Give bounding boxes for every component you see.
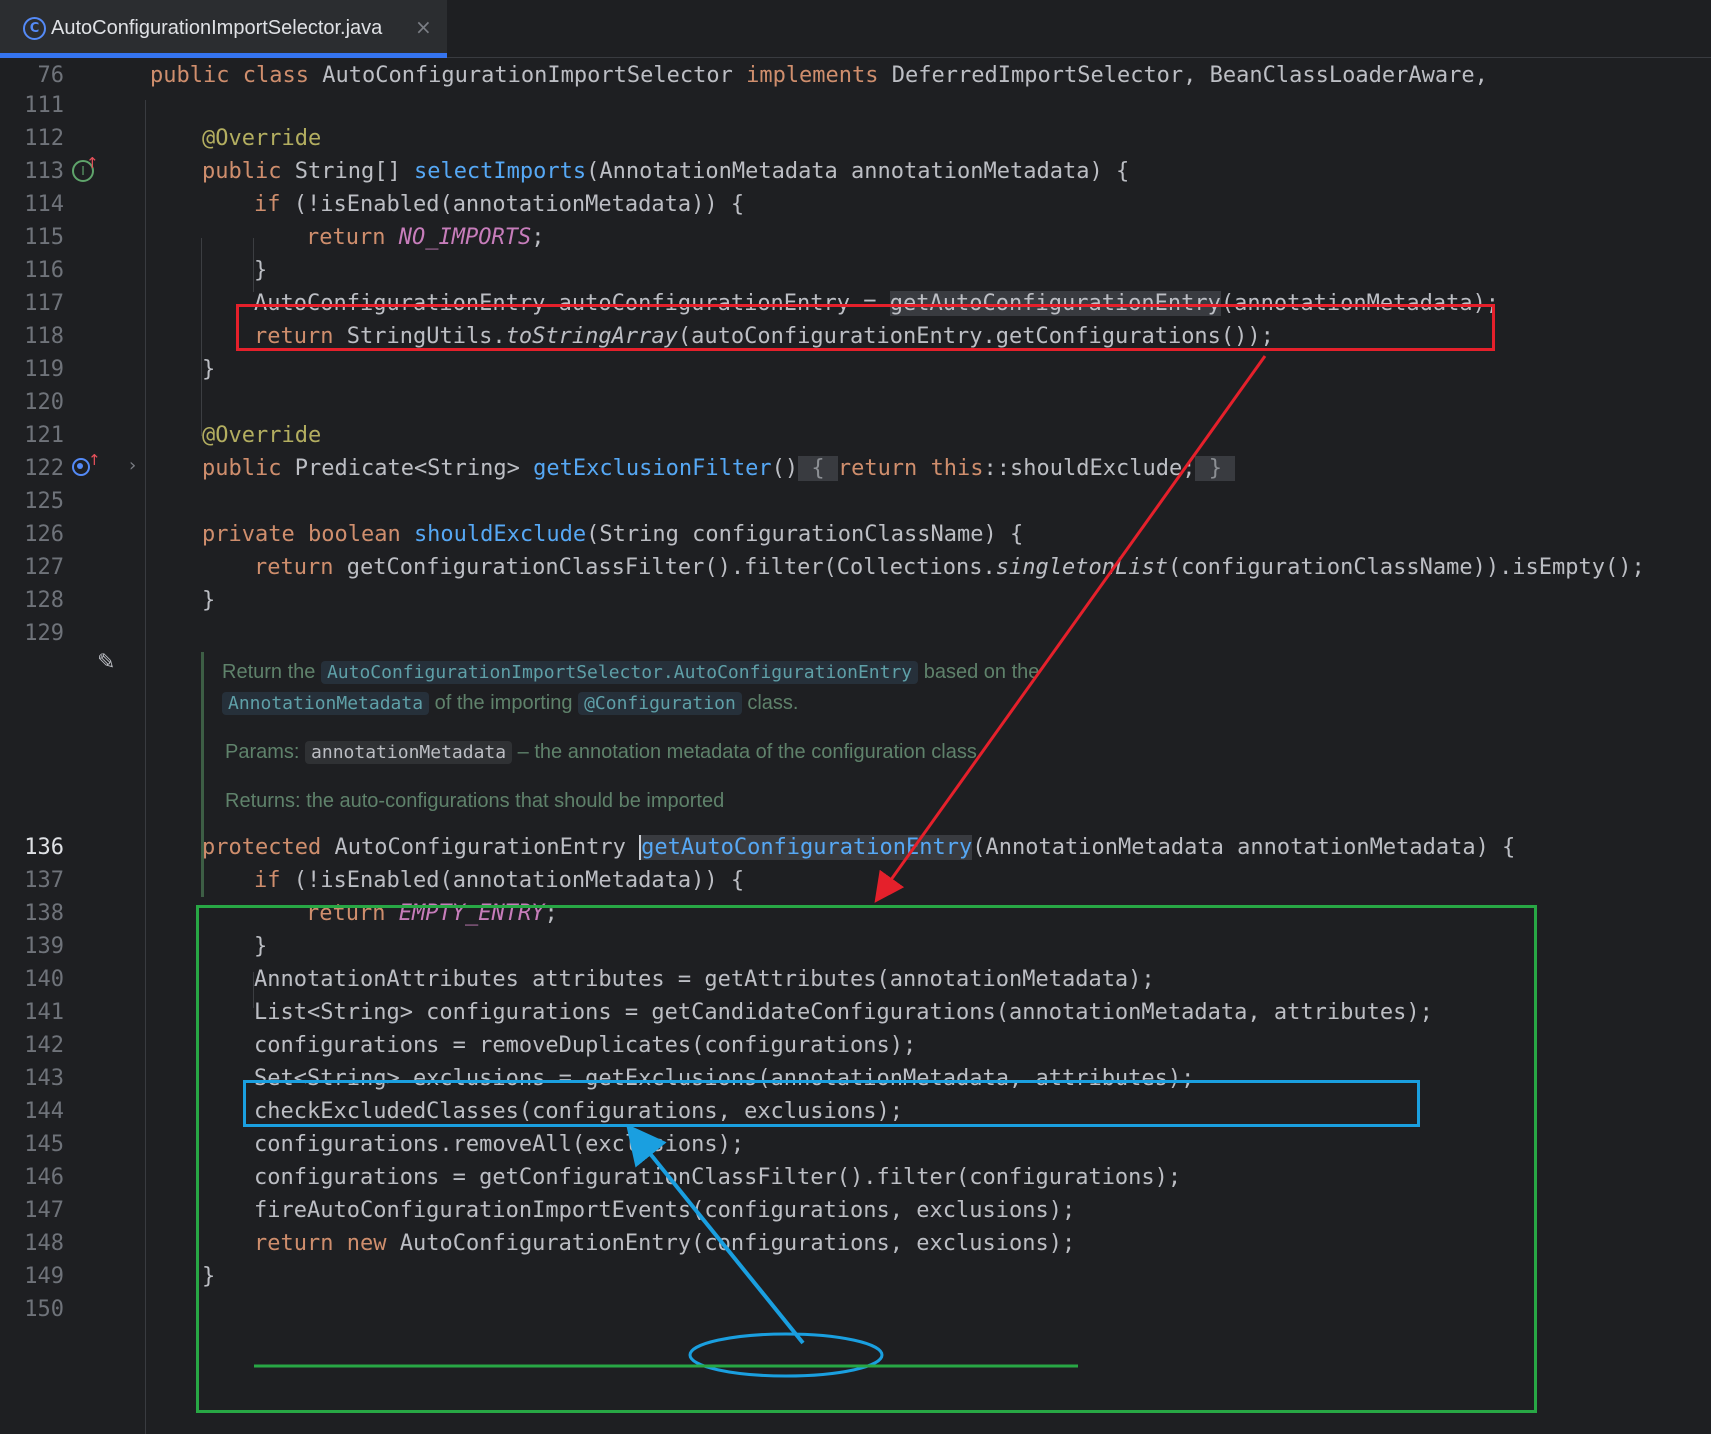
- annotation-overlay: [254, 355, 1267, 1378]
- blue-circle: [688, 1332, 884, 1378]
- blue-arrow: [625, 1123, 805, 1345]
- red-arrow: [874, 355, 1267, 903]
